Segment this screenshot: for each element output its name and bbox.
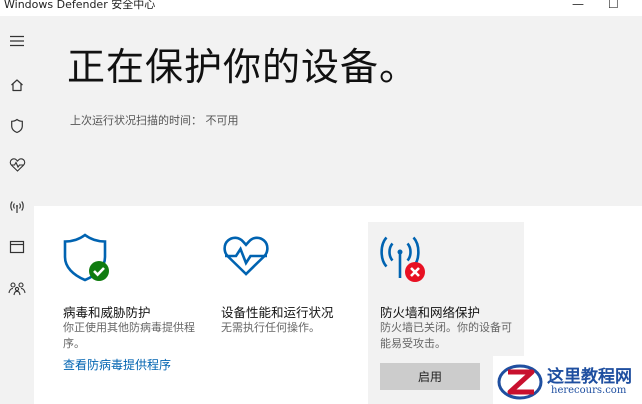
view-antivirus-providers-link[interactable]: 查看防病毒提供程序: [63, 356, 171, 373]
hamburger-menu-icon: [10, 35, 24, 47]
tile-description: 防火墙已关闭。你的设备可能易受攻击。: [380, 321, 512, 350]
heart-pulse-icon: [9, 158, 25, 172]
family-people-icon: [8, 282, 26, 296]
sidebar: [0, 16, 34, 404]
tile-description: 你正使用其他防病毒提供程序。: [63, 321, 195, 350]
shield-check-icon: [63, 233, 109, 282]
tile-title: 设备性能和运行状况: [221, 305, 334, 320]
tile-device-performance-health[interactable]: 设备性能和运行状况 无需执行任何操作。: [221, 222, 361, 392]
watermark-logo: 这里教程网 herecours.com: [493, 356, 642, 404]
antenna-error-icon: [380, 236, 425, 282]
heart-pulse-icon: [223, 236, 269, 276]
tile-title: 病毒和威胁防护: [63, 305, 151, 320]
z-logo-icon: [497, 364, 543, 400]
status-hero: 正在保护你的设备。 上次运行状况扫描的时间： 不可用: [34, 16, 642, 206]
tile-virus-threat-protection[interactable]: 病毒和威胁防护 你正使用其他防病毒提供程序。 查看防病毒提供程序: [63, 222, 213, 392]
window-title: Windows Defender 安全中心: [4, 0, 156, 11]
menu-toggle-button[interactable]: [4, 28, 30, 54]
sidebar-item-home[interactable]: [4, 72, 30, 98]
title-bar: Windows Defender 安全中心 — ☐: [0, 0, 642, 16]
sidebar-item-family-options[interactable]: [4, 275, 30, 301]
page-title: 正在保护你的设备。: [67, 45, 419, 89]
last-scan-status: 上次运行状况扫描的时间： 不可用: [70, 114, 239, 127]
minimize-button[interactable]: —: [572, 0, 584, 11]
home-icon: [11, 79, 23, 92]
sidebar-item-device-health[interactable]: [4, 152, 30, 178]
browser-window-icon: [9, 240, 25, 254]
maximize-button[interactable]: ☐: [608, 0, 619, 11]
sidebar-item-virus-protection[interactable]: [4, 113, 30, 139]
enable-firewall-button[interactable]: 启用: [380, 363, 480, 390]
watermark-url: herecours.com: [551, 385, 627, 396]
wireless-antenna-icon: [10, 201, 24, 213]
watermark-name: 这里教程网: [547, 367, 632, 387]
sidebar-item-firewall[interactable]: [4, 194, 30, 220]
tile-description: 无需执行任何操作。: [221, 321, 320, 334]
shield-icon: [11, 118, 23, 134]
sidebar-item-app-browser-control[interactable]: [4, 234, 30, 260]
tile-title: 防火墙和网络保护: [380, 305, 481, 320]
